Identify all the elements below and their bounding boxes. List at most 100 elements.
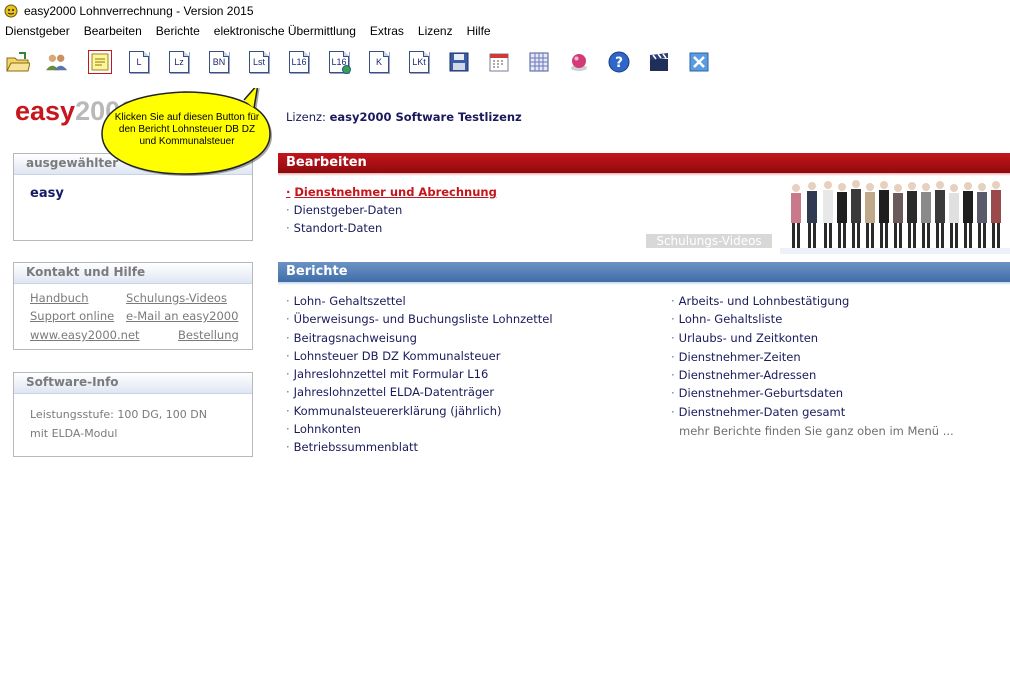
elda-button[interactable]	[567, 50, 591, 74]
help-button[interactable]: ?	[607, 50, 631, 74]
menu-elektronische-uebermittlung[interactable]: elektronische Übermittlung	[207, 24, 363, 38]
bullet-dot: ·	[286, 331, 290, 345]
module-info: mit ELDA-Modul	[30, 427, 118, 440]
report-bn-button[interactable]: BN	[207, 50, 231, 74]
report-annual-elda[interactable]: · Jahreslohnzettel ELDA-Datenträger	[286, 385, 494, 399]
help-icon: ?	[608, 51, 630, 73]
report-wage-tax[interactable]: · Lohnsteuer DB DZ Kommunalsteuer	[286, 349, 500, 363]
title-bar: easy2000 Lohnverrechnung - Version 2015	[0, 0, 1010, 21]
tooltip-text: Klicken Sie auf diesen Button für den Be…	[114, 112, 260, 147]
report-salary-list[interactable]: · Lohn- Gehaltsliste	[671, 312, 782, 326]
clapperboard-icon	[650, 53, 668, 71]
order-link[interactable]: Bestellung	[178, 328, 239, 342]
tooltip-callout: Klicken Sie auf diesen Button für den Be…	[98, 88, 274, 176]
menu-hilfe[interactable]: Hilfe	[460, 24, 498, 38]
link-employer-data[interactable]: · Dienstgeber-Daten	[286, 203, 402, 217]
logo-easy: easy	[15, 96, 76, 126]
bullet-dot: ·	[286, 440, 290, 454]
report-employee-birthdates[interactable]: · Dienstnehmer-Geburtsdaten	[671, 386, 843, 400]
close-button[interactable]	[687, 50, 711, 74]
report-employment-confirmation[interactable]: · Arbeits- und Lohnbestätigung	[671, 294, 849, 308]
software-info-panel: Software-Info Leistungsstufe: 100 DG, 10…	[13, 372, 253, 457]
report-l16-elda-button[interactable]: L16	[327, 50, 351, 74]
open-folder-button[interactable]	[6, 50, 30, 74]
training-videos-link[interactable]: Schulungs-Videos	[126, 291, 227, 305]
link-label: Dienstnehmer und Abrechnung	[294, 185, 497, 199]
selected-company-name[interactable]: easy	[30, 186, 64, 201]
support-online-link[interactable]: Support online	[30, 309, 114, 323]
report-payslip[interactable]: · Lohn- Gehaltszettel	[286, 294, 406, 308]
folder-icon	[6, 52, 30, 72]
link-employees-payroll[interactable]: · Dienstnehmer und Abrechnung	[286, 185, 497, 199]
report-l-button[interactable]: L	[127, 50, 151, 74]
report-employee-times[interactable]: · Dienstnehmer-Zeiten	[671, 350, 801, 364]
link-label: Lohn- Gehaltsliste	[678, 312, 783, 326]
video-button[interactable]	[647, 50, 671, 74]
report-annual-l16[interactable]: · Jahreslohnzettel mit Formular L16	[286, 367, 488, 381]
link-label: Lohnsteuer DB DZ Kommunalsteuer	[293, 349, 501, 363]
report-wage-accounts[interactable]: · Lohnkonten	[286, 422, 361, 436]
bullet-dot: ·	[286, 367, 290, 381]
save-button[interactable]	[447, 50, 471, 74]
contact-help-panel: Kontakt und Hilfe Handbuch Schulungs-Vid…	[13, 262, 253, 350]
calculator-button[interactable]	[527, 50, 551, 74]
toolbar: L Lz BN Lst L16 L16 K LKt ?	[0, 44, 1010, 80]
link-label: Dienstnehmer-Adressen	[678, 368, 817, 382]
document-icon: L16	[289, 51, 309, 73]
bullet-dot: ·	[671, 405, 675, 419]
menu-berichte[interactable]: Berichte	[149, 24, 207, 38]
users-icon	[45, 54, 68, 71]
report-employee-data-all[interactable]: · Dienstnehmer-Daten gesamt	[671, 405, 845, 419]
report-contribution[interactable]: · Beitragsnachweisung	[286, 331, 417, 345]
bullet-dot: ·	[671, 386, 675, 400]
bullet-dot: ·	[286, 203, 290, 217]
menu-lizenz[interactable]: Lizenz	[411, 24, 460, 38]
handbook-link[interactable]: Handbuch	[30, 291, 88, 305]
panel-title: Software-Info	[14, 373, 252, 394]
link-label: Urlaubs- und Zeitkonten	[678, 331, 819, 345]
notes-button[interactable]	[88, 50, 112, 74]
more-reports-hint: mehr Berichte finden Sie ganz oben im Me…	[679, 424, 954, 438]
link-label: Beitragsnachweisung	[293, 331, 417, 345]
link-label: Betriebssummenblatt	[293, 440, 419, 454]
report-k-button[interactable]: K	[367, 50, 391, 74]
report-lz-button[interactable]: Lz	[167, 50, 191, 74]
section-berichte-header: Berichte	[278, 262, 1010, 285]
license-label: Lizenz:	[286, 110, 326, 124]
window-title: easy2000 Lohnverrechnung - Version 2015	[24, 3, 254, 18]
report-employee-addresses[interactable]: · Dienstnehmer-Adressen	[671, 368, 816, 382]
report-lst-button[interactable]: Lst	[247, 50, 271, 74]
report-municipal-tax[interactable]: · Kommunalsteuererklärung (jährlich)	[286, 404, 502, 418]
link-label: Dienstgeber-Daten	[293, 203, 403, 217]
report-operating-summary[interactable]: · Betriebssummenblatt	[286, 440, 418, 454]
report-transfer-list[interactable]: · Überweisungs- und Buchungsliste Lohnzet…	[286, 312, 553, 326]
report-lkt-button[interactable]: LKt	[407, 50, 431, 74]
document-icon: BN	[209, 51, 229, 73]
link-label: Dienstnehmer-Zeiten	[678, 350, 801, 364]
section-bearbeiten-header: Bearbeiten	[278, 153, 1010, 176]
bullet-dot: ·	[286, 221, 290, 235]
menu-dienstgeber[interactable]: Dienstgeber	[0, 24, 77, 38]
report-l16-button[interactable]: L16	[287, 50, 311, 74]
document-icon: L	[129, 51, 149, 73]
website-link[interactable]: www.easy2000.net	[30, 328, 140, 342]
grid-table-icon	[529, 52, 549, 72]
menu-extras[interactable]: Extras	[363, 24, 411, 38]
email-link[interactable]: e-Mail an easy2000	[126, 309, 238, 323]
menu-bearbeiten[interactable]: Bearbeiten	[77, 24, 149, 38]
report-leave-time-accounts[interactable]: · Urlaubs- und Zeitkonten	[671, 331, 818, 345]
link-location-data[interactable]: · Standort-Daten	[286, 221, 382, 235]
team-photo-banner[interactable]	[780, 176, 1010, 254]
close-icon	[689, 52, 709, 72]
link-label: Dienstnehmer-Daten gesamt	[678, 405, 846, 419]
bullet-dot: ·	[286, 404, 290, 418]
bullet-dot: ·	[671, 368, 675, 382]
calendar-button[interactable]	[487, 50, 511, 74]
training-videos-banner-label[interactable]: Schulungs-Videos	[646, 234, 772, 248]
license-value: easy2000 Software Testlizenz	[329, 110, 522, 124]
employees-button[interactable]	[45, 50, 69, 74]
svg-text:?: ?	[615, 55, 623, 71]
bullet-dot: ·	[671, 312, 675, 326]
panel-title: Kontakt und Hilfe	[14, 263, 252, 284]
bullet-dot: ·	[286, 422, 290, 436]
